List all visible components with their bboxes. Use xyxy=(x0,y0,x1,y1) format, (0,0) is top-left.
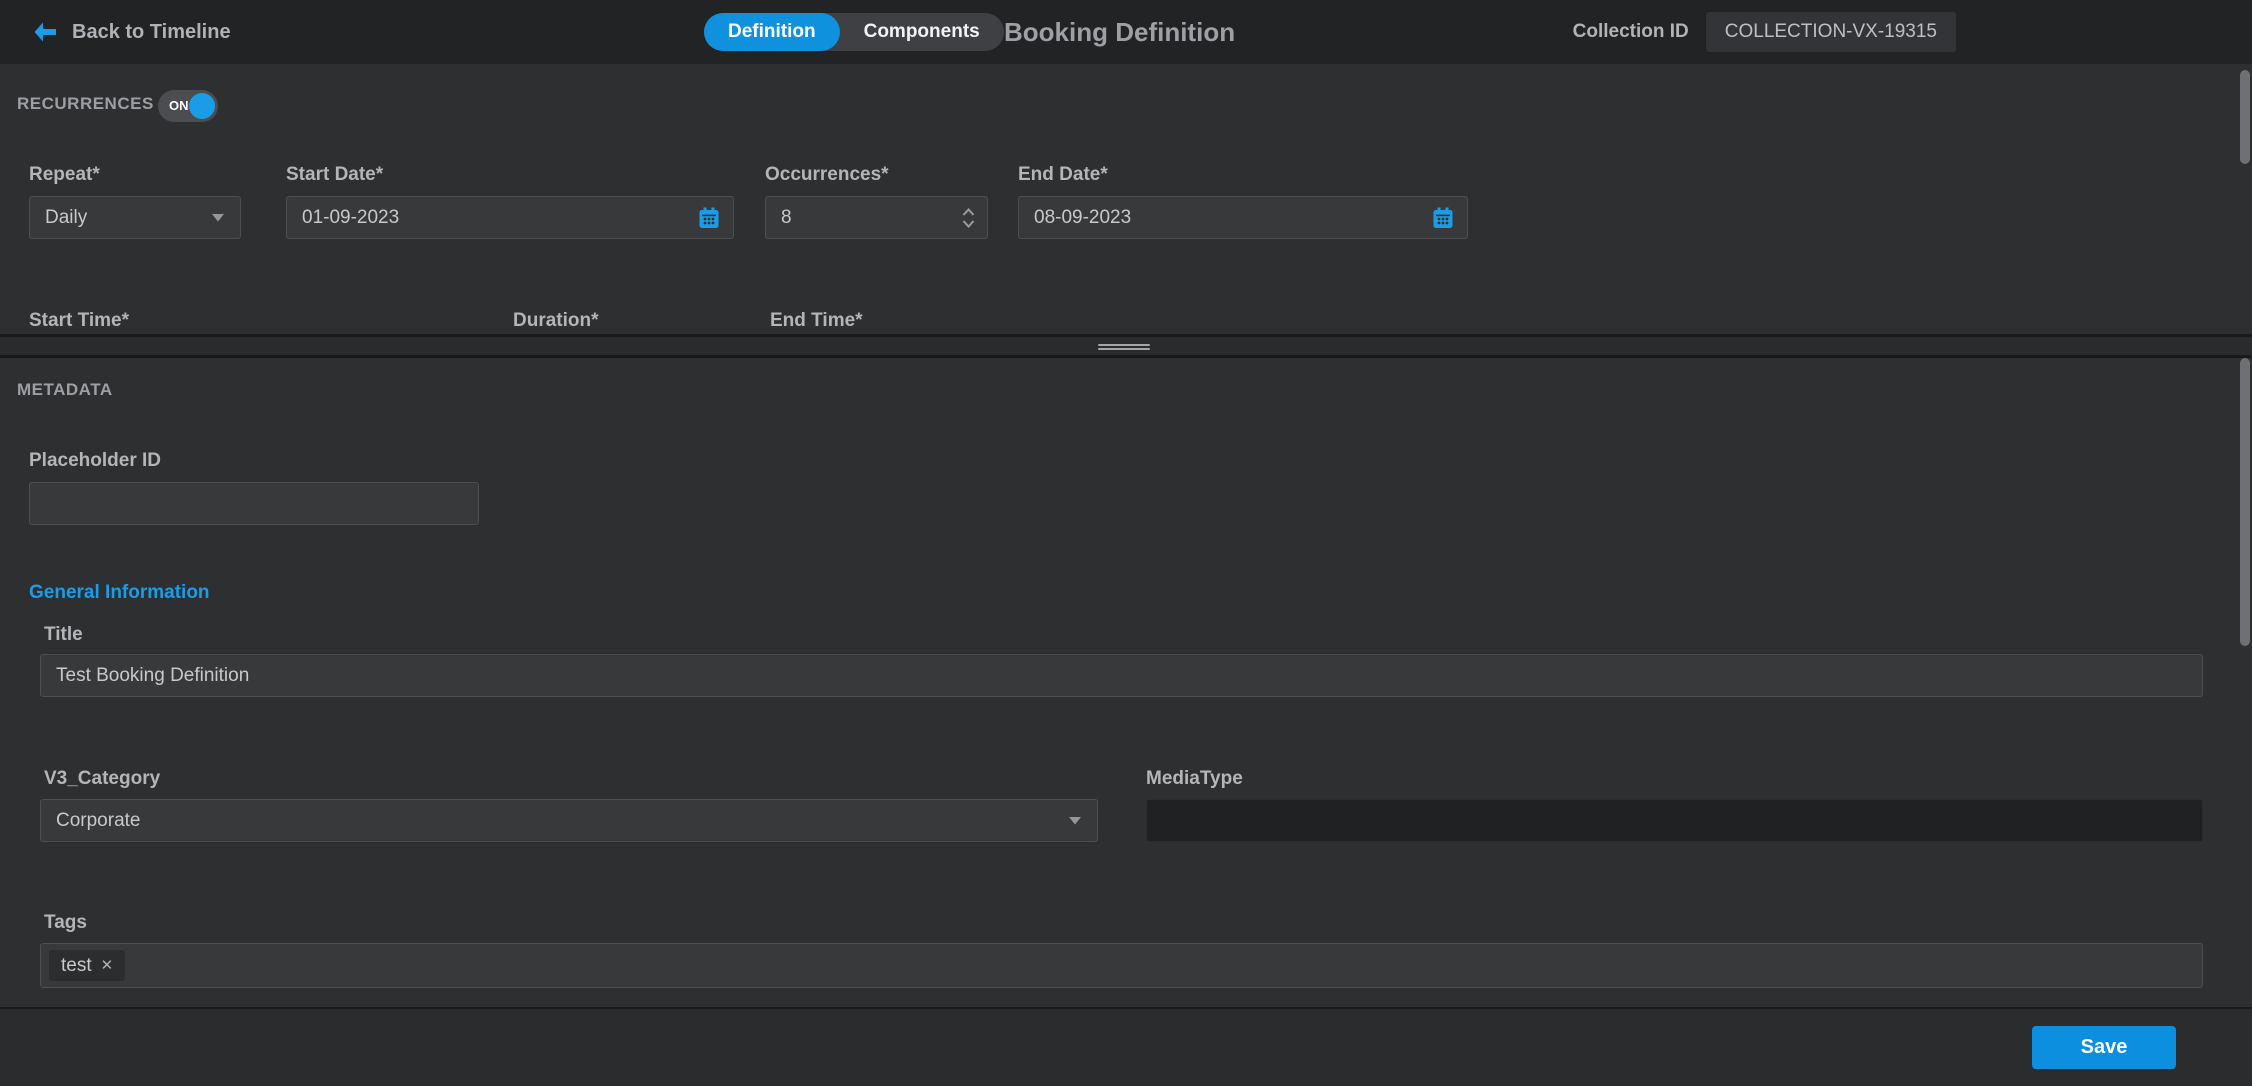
collection-id-label: Collection ID xyxy=(1573,21,1689,43)
media-type-label: MediaType xyxy=(1146,768,1243,790)
start-date-label: Start Date* xyxy=(286,164,383,186)
chevron-down-icon xyxy=(211,213,225,222)
tag-remove-icon[interactable]: ✕ xyxy=(101,958,114,973)
collection-id-badge: COLLECTION-VX-19315 xyxy=(1706,12,1956,52)
tag-chip-label: test xyxy=(61,955,92,977)
title-label: Title xyxy=(44,624,83,646)
end-time-label: End Time* xyxy=(770,310,863,332)
occurrences-input[interactable] xyxy=(765,196,988,239)
view-toggle: Definition Components xyxy=(704,13,1004,51)
tag-chip: test ✕ xyxy=(49,950,125,981)
v3-category-label: V3_Category xyxy=(44,768,160,790)
placeholder-id-label: Placeholder ID xyxy=(29,450,161,472)
start-date-input[interactable] xyxy=(286,196,734,239)
splitter-grip-icon xyxy=(1098,342,1150,352)
recurrences-panel: RECURRENCES ON Repeat* Start Date* Occur… xyxy=(0,64,2252,334)
toggle-knob xyxy=(189,93,215,119)
stepper-up-icon[interactable] xyxy=(962,208,975,216)
general-information-heading: General Information xyxy=(29,582,210,604)
back-to-timeline-button[interactable]: Back to Timeline xyxy=(34,0,231,64)
tab-definition[interactable]: Definition xyxy=(704,13,840,51)
scrollbar-thumb-top-panel[interactable] xyxy=(2240,70,2250,164)
duration-label: Duration* xyxy=(513,310,599,332)
footer-bar: Save xyxy=(0,1007,2252,1086)
start-time-label: Start Time* xyxy=(29,310,129,332)
scrollbar-thumb-bottom-panel[interactable] xyxy=(2240,358,2250,646)
metadata-section-label: METADATA xyxy=(17,380,113,400)
calendar-icon[interactable] xyxy=(1431,206,1455,230)
panel-splitter[interactable] xyxy=(0,334,2252,358)
recurrences-section-label: RECURRENCES xyxy=(17,94,154,114)
page-title: Booking Definition xyxy=(1004,0,1235,64)
repeat-label: Repeat* xyxy=(29,164,100,186)
repeat-select-value: Daily xyxy=(45,207,87,229)
metadata-panel: METADATA Placeholder ID General Informat… xyxy=(0,358,2252,1007)
tags-label: Tags xyxy=(44,912,87,934)
v3-category-select-value: Corporate xyxy=(56,810,141,832)
title-input[interactable] xyxy=(40,654,2203,697)
placeholder-id-input[interactable] xyxy=(29,482,479,525)
toggle-on-label: ON xyxy=(169,98,189,113)
end-date-label: End Date* xyxy=(1018,164,1108,186)
tab-components[interactable]: Components xyxy=(840,13,1004,51)
collection-id-group: Collection ID COLLECTION-VX-19315 xyxy=(1573,0,1956,64)
v3-category-select[interactable]: Corporate xyxy=(40,799,1098,842)
occurrences-label: Occurrences* xyxy=(765,164,889,186)
arrow-left-icon xyxy=(34,22,57,42)
recurrences-toggle[interactable]: ON xyxy=(158,90,218,122)
end-date-input[interactable] xyxy=(1018,196,1468,239)
chevron-down-icon xyxy=(1068,816,1082,825)
top-bar: Back to Timeline Definition Components B… xyxy=(0,0,2252,64)
tags-input[interactable]: test ✕ xyxy=(40,943,2203,988)
calendar-icon[interactable] xyxy=(697,206,721,230)
repeat-select[interactable]: Daily xyxy=(29,196,241,239)
stepper-down-icon[interactable] xyxy=(962,220,975,228)
save-button[interactable]: Save xyxy=(2032,1026,2176,1069)
media-type-input[interactable] xyxy=(1146,799,2203,842)
back-to-timeline-label: Back to Timeline xyxy=(72,21,231,44)
